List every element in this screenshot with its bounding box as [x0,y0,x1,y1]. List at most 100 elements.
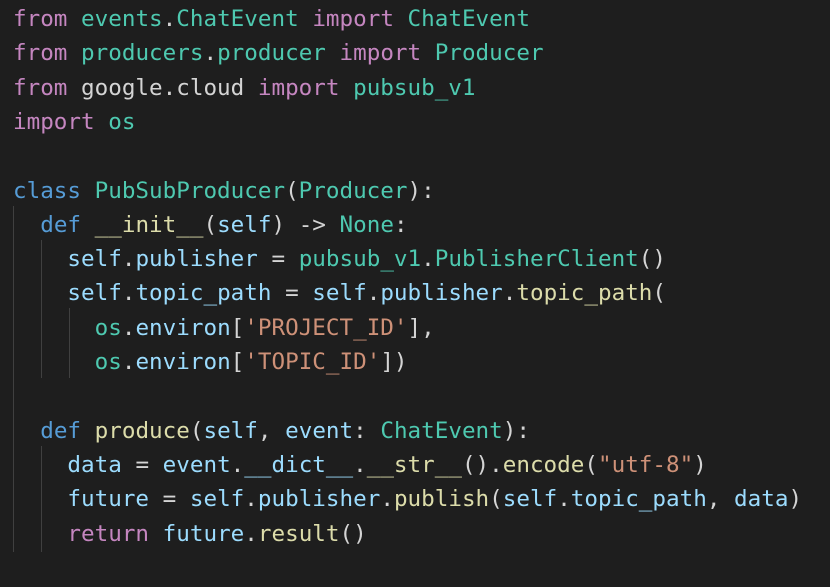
code-token: . [244,520,258,547]
code-token: , [257,417,286,444]
code-line[interactable]: def __init__(self) -> None: [13,208,407,242]
code-line[interactable]: self.topic_path = self.publisher.topic_p… [13,276,666,310]
code-token: __init__ [94,211,204,238]
code-token: producer [217,40,326,67]
code-line[interactable]: class PubSubProducer(Producer): [13,174,435,208]
code-token: import [257,74,340,101]
code-token: ): [502,417,530,444]
code-line[interactable]: from google.cloud import pubsub_v1 [13,71,476,105]
code-line[interactable]: from events.ChatEvent import ChatEvent [13,2,530,36]
code-token: def [40,417,82,444]
code-editor[interactable]: from events.ChatEvent import ChatEvent fr… [0,0,830,587]
code-token: = [271,280,313,307]
code-token: ( [489,486,503,513]
code-token: ChatEvent [380,417,503,444]
code-token: 'PROJECT_ID' [244,314,408,341]
code-token: . [380,486,394,513]
code-token: from [13,74,68,101]
code-token: , [706,486,735,513]
code-token: self [203,417,258,444]
code-token: def [40,211,82,238]
code-line[interactable]: return future.result() [13,517,367,551]
code-token: () [638,246,667,273]
code-token: future [162,520,245,547]
code-token: Producer [298,177,408,204]
code-token: event [162,451,231,478]
code-token: [ [230,349,245,375]
code-token: = [257,246,299,273]
code-token: data [734,486,789,513]
code-token: . [366,280,381,307]
code-token: [ [230,314,245,341]
code-token: self [189,486,245,513]
code-token: . [121,349,136,375]
code-token: . [121,314,136,341]
code-token: publisher [380,280,503,307]
code-token: ChatEvent [176,6,299,32]
code-line[interactable]: from producers.producer import Producer [13,36,544,70]
code-token: ) [693,451,707,478]
code-token: pubsub_v1 [353,74,476,101]
code-token: os [108,108,136,135]
code-token: = [149,486,190,513]
code-token: . [502,280,517,307]
code-token: os [94,314,122,341]
code-token: . [421,246,435,273]
code-token: self [312,280,367,307]
code-token: PubSubProducer [94,177,286,204]
code-line[interactable]: os.environ['PROJECT_ID'], [13,311,435,345]
code-line[interactable]: self.publisher = pubsub_v1.PublisherClie… [13,242,666,276]
code-token: ChatEvent [407,6,530,32]
code-token: . [203,40,218,67]
code-token: class [13,177,82,204]
code-token: ( [584,451,598,478]
code-token: . [121,280,136,307]
code-line[interactable]: os.environ['TOPIC_ID']) [13,345,408,379]
code-line[interactable]: data = event.__dict__.__str__().encode("… [13,448,707,482]
code-token: (). [461,451,503,478]
code-line[interactable]: future = self.publisher.publish(self.top… [13,482,802,516]
code-token: google.cloud [67,74,258,101]
code-token: Producer [434,40,544,67]
code-token: ( [285,177,299,204]
code-token: environ [135,314,231,341]
code-token: producers [81,40,204,67]
code-token: event [285,417,354,444]
code-token: ) [788,486,803,513]
code-token: "utf-8" [597,451,694,478]
code-token: PublisherClient [434,246,639,273]
code-token: publisher [257,486,381,513]
code-token: future [67,486,150,513]
code-token: from [13,40,68,67]
code-line[interactable]: def produce(self, event: ChatEvent): [13,414,530,448]
code-token: . [121,246,136,273]
code-token: __str__ [366,451,462,478]
code-token: environ [135,349,231,375]
code-line[interactable]: import os [13,105,135,139]
code-token: import [13,108,95,135]
code-token: () [339,520,367,547]
code-token: import [339,40,422,67]
code-token: ], [407,314,435,341]
code-token: . [557,486,571,513]
code-token: = [121,451,163,478]
code-token: pubsub_v1 [298,246,422,273]
code-token: ( [203,211,218,238]
